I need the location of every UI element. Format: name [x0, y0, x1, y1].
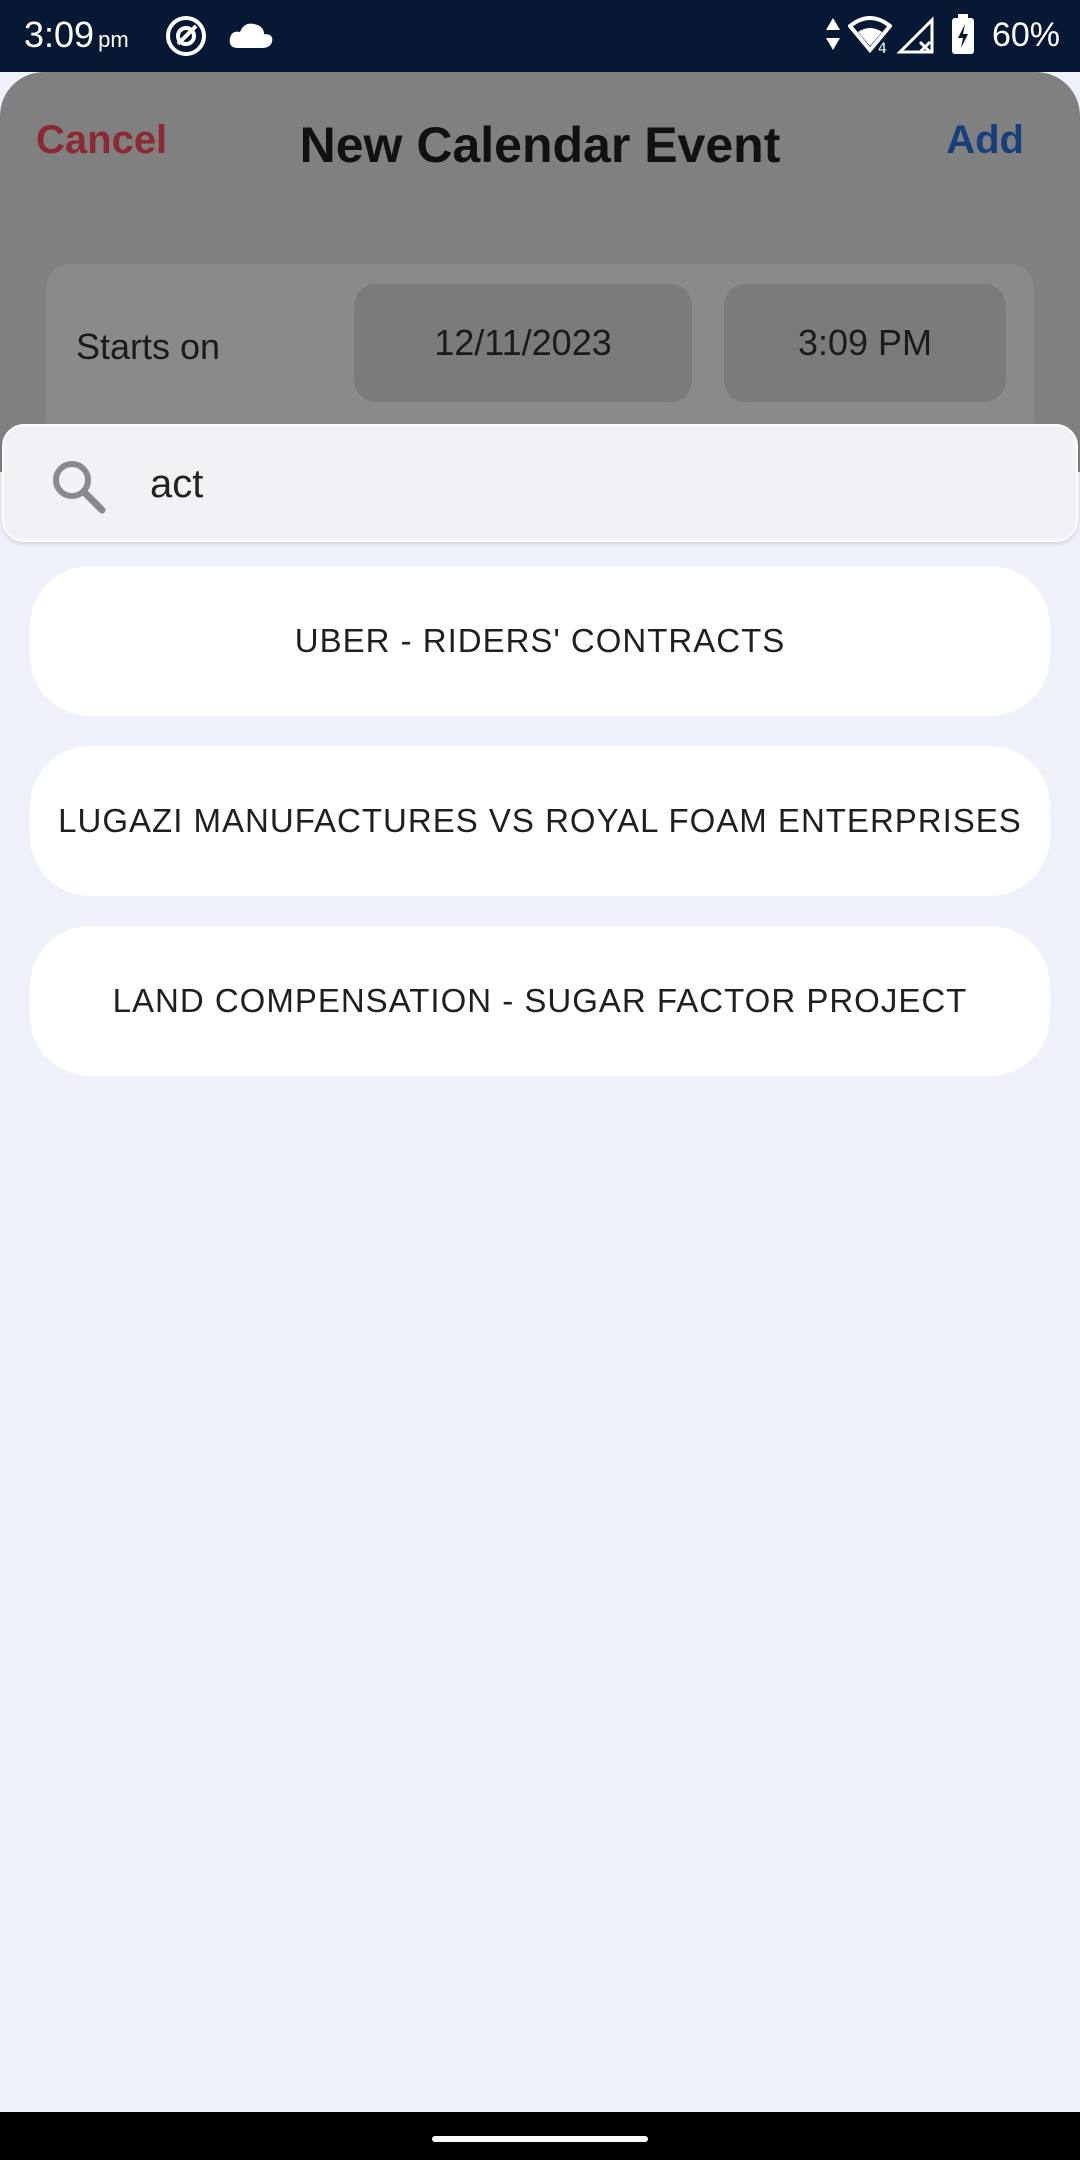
search-input[interactable] [150, 448, 1030, 520]
navigation-bar [0, 2112, 1080, 2160]
at-sign-icon [166, 16, 206, 56]
calendar-event-sheet: Cancel New Calendar Event Add Starts on … [0, 72, 1080, 472]
add-button[interactable]: Add [946, 118, 1024, 163]
wifi-icon: 4 [848, 16, 892, 54]
battery-charging-icon [952, 14, 974, 54]
no-signal-icon [896, 16, 934, 54]
list-item[interactable]: LUGAZI MANUFACTURES VS ROYAL FOAM ENTERP… [30, 746, 1050, 896]
home-indicator[interactable] [432, 2136, 648, 2142]
status-bar: 3:09 pm 4 60% [0, 0, 1080, 72]
search-results-list: UBER - RIDERS' CONTRACTS LUGAZI MANUFACT… [30, 566, 1050, 1106]
data-arrows-icon [826, 18, 840, 50]
search-icon [53, 461, 106, 514]
page-title: New Calendar Event [299, 117, 781, 173]
battery-percentage: 60% [991, 16, 1060, 54]
svg-text:4: 4 [878, 41, 887, 54]
status-time: 3:09 pm [24, 14, 129, 55]
cloud-icon [229, 23, 273, 48]
list-item[interactable]: LAND COMPENSATION - SUGAR FACTOR PROJECT [30, 926, 1050, 1076]
start-time-picker[interactable]: 3:09 PM [724, 284, 1006, 402]
search-bar [2, 424, 1078, 542]
list-item[interactable]: UBER - RIDERS' CONTRACTS [30, 566, 1050, 716]
starts-on-label: Starts on [76, 326, 221, 367]
start-date-picker[interactable]: 12/11/2023 [354, 284, 692, 402]
